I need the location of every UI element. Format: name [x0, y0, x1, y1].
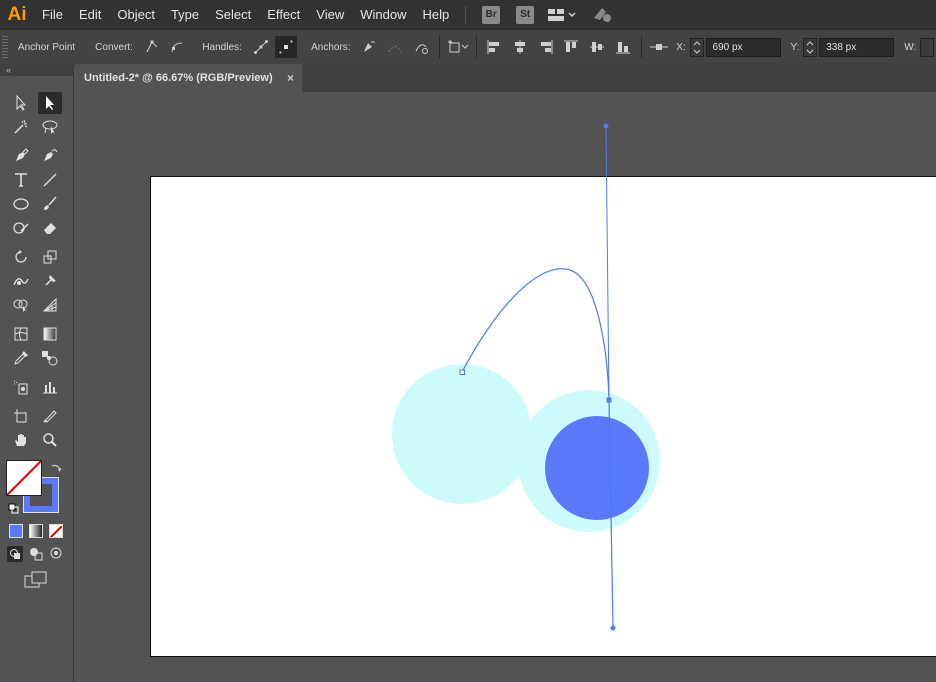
rotate-icon[interactable] — [9, 246, 33, 268]
document-tab[interactable]: Untitled-2* @ 66.67% (RGB/Preview) × — [75, 64, 302, 92]
bridge-button[interactable]: Br — [482, 5, 501, 24]
menu-effect[interactable]: Effect — [259, 0, 308, 29]
type-icon[interactable] — [9, 169, 33, 191]
eraser-icon[interactable] — [38, 217, 62, 239]
scale-icon[interactable] — [38, 246, 62, 268]
panel-collapse-button[interactable]: « — [0, 64, 73, 76]
draw-inside-icon[interactable] — [49, 546, 65, 567]
close-tab-icon[interactable]: × — [287, 64, 294, 92]
convert-label: Convert: — [95, 41, 133, 53]
menu-divider — [465, 5, 467, 24]
handles-label: Handles: — [202, 41, 242, 53]
gradient-icon[interactable] — [38, 323, 62, 345]
x-label: X: — [676, 41, 686, 53]
menu-bar: Ai File Edit Object Type Select Effect V… — [0, 0, 936, 29]
convert-to-corner-icon[interactable] — [141, 36, 163, 58]
draw-normal-icon[interactable] — [7, 546, 23, 562]
blend-icon[interactable] — [38, 347, 62, 369]
mesh-icon[interactable] — [9, 323, 33, 345]
menu-view[interactable]: View — [308, 0, 352, 29]
connect-anchors-icon[interactable] — [384, 36, 406, 58]
anchor-point-selected[interactable] — [606, 397, 612, 403]
curvature-icon[interactable] — [38, 145, 62, 167]
menu-window[interactable]: Window — [352, 0, 414, 29]
reference-point-icon[interactable] — [649, 36, 671, 58]
w-stepper[interactable] — [920, 37, 935, 57]
align-horizontal-center-icon[interactable] — [509, 36, 531, 58]
magic-wand-icon[interactable] — [9, 116, 33, 138]
divider — [640, 36, 642, 58]
y-position-input[interactable]: 338 px — [819, 37, 895, 57]
control-bar: Anchor Point Convert: Handles: Anchors: … — [0, 29, 936, 65]
lasso-icon[interactable] — [38, 116, 62, 138]
tool-name-label: Anchor Point — [17, 41, 76, 53]
puppet-warp-icon[interactable] — [38, 270, 62, 292]
anchors-label: Anchors: — [311, 41, 351, 53]
divider — [475, 36, 477, 58]
eyedropper-icon[interactable] — [9, 347, 33, 369]
column-graph-icon[interactable] — [38, 376, 62, 398]
stock-button[interactable]: St — [516, 5, 535, 24]
symbol-sprayer-icon[interactable] — [9, 376, 33, 398]
tools-panel: « — [0, 64, 74, 682]
x-stepper[interactable] — [689, 37, 704, 57]
color-mode-icon[interactable] — [9, 524, 23, 538]
zoom-icon[interactable] — [38, 429, 62, 451]
align-top-icon[interactable] — [561, 36, 583, 58]
menu-edit[interactable]: Edit — [71, 0, 109, 29]
perspective-grid-icon[interactable] — [38, 294, 62, 316]
menu-help[interactable]: Help — [414, 0, 457, 29]
selection-icon[interactable] — [9, 92, 33, 114]
paintbrush-icon[interactable] — [38, 193, 62, 215]
shape-builder-icon[interactable] — [9, 294, 33, 316]
hide-handles-icon[interactable] — [275, 36, 298, 58]
control-bar-grip[interactable] — [2, 36, 8, 58]
y-stepper[interactable] — [803, 37, 818, 57]
blue-circle[interactable] — [545, 416, 649, 520]
cut-path-icon[interactable] — [410, 36, 432, 58]
direction-handle-bottom[interactable] — [610, 625, 616, 631]
menu-select[interactable]: Select — [207, 0, 259, 29]
convert-to-smooth-icon[interactable] — [167, 36, 189, 58]
align-bottom-icon[interactable] — [612, 36, 634, 58]
transform-options-icon[interactable] — [447, 36, 469, 58]
show-handles-icon[interactable] — [250, 36, 272, 58]
remove-anchor-icon[interactable] — [359, 36, 381, 58]
line-icon[interactable] — [38, 169, 62, 191]
artboard-icon[interactable] — [9, 405, 33, 427]
warp-icon[interactable] — [9, 270, 33, 292]
x-position-input[interactable]: 690 px — [705, 37, 781, 57]
w-label: W: — [904, 41, 917, 53]
shaper-icon[interactable] — [9, 217, 33, 239]
default-fill-stroke-icon[interactable] — [8, 502, 20, 520]
direct-selection-icon[interactable] — [38, 92, 62, 114]
screen-mode-icon[interactable] — [24, 571, 48, 594]
y-label: Y: — [790, 41, 800, 53]
arrange-documents-icon[interactable] — [548, 8, 576, 22]
gradient-mode-icon[interactable] — [29, 524, 43, 538]
menu-file[interactable]: File — [34, 0, 71, 29]
canvas[interactable] — [75, 92, 936, 682]
light-cyan-circle-left[interactable] — [392, 364, 532, 504]
pen-icon[interactable] — [9, 145, 33, 167]
align-left-icon[interactable] — [484, 36, 506, 58]
app-logo: Ai — [7, 3, 27, 25]
draw-behind-icon[interactable] — [28, 546, 44, 567]
slice-icon[interactable] — [38, 405, 62, 427]
document-tab-title: Untitled-2* @ 66.67% (RGB/Preview) — [84, 72, 273, 84]
divider — [438, 36, 440, 58]
fill-swatch-front[interactable] — [6, 460, 42, 496]
swap-fill-stroke-icon[interactable] — [50, 461, 62, 479]
anchor-point-start[interactable] — [459, 369, 465, 375]
menu-type[interactable]: Type — [163, 0, 207, 29]
document-tab-bar: Untitled-2* @ 66.67% (RGB/Preview) × — [75, 64, 936, 92]
gpu-performance-icon[interactable] — [592, 6, 614, 24]
menu-object[interactable]: Object — [109, 0, 163, 29]
none-mode-icon[interactable] — [49, 524, 63, 538]
hand-icon[interactable] — [9, 429, 33, 451]
align-right-icon[interactable] — [535, 36, 557, 58]
align-vertical-center-icon[interactable] — [586, 36, 608, 58]
direction-handle-top[interactable] — [603, 123, 609, 129]
ellipse-icon[interactable] — [9, 193, 33, 215]
